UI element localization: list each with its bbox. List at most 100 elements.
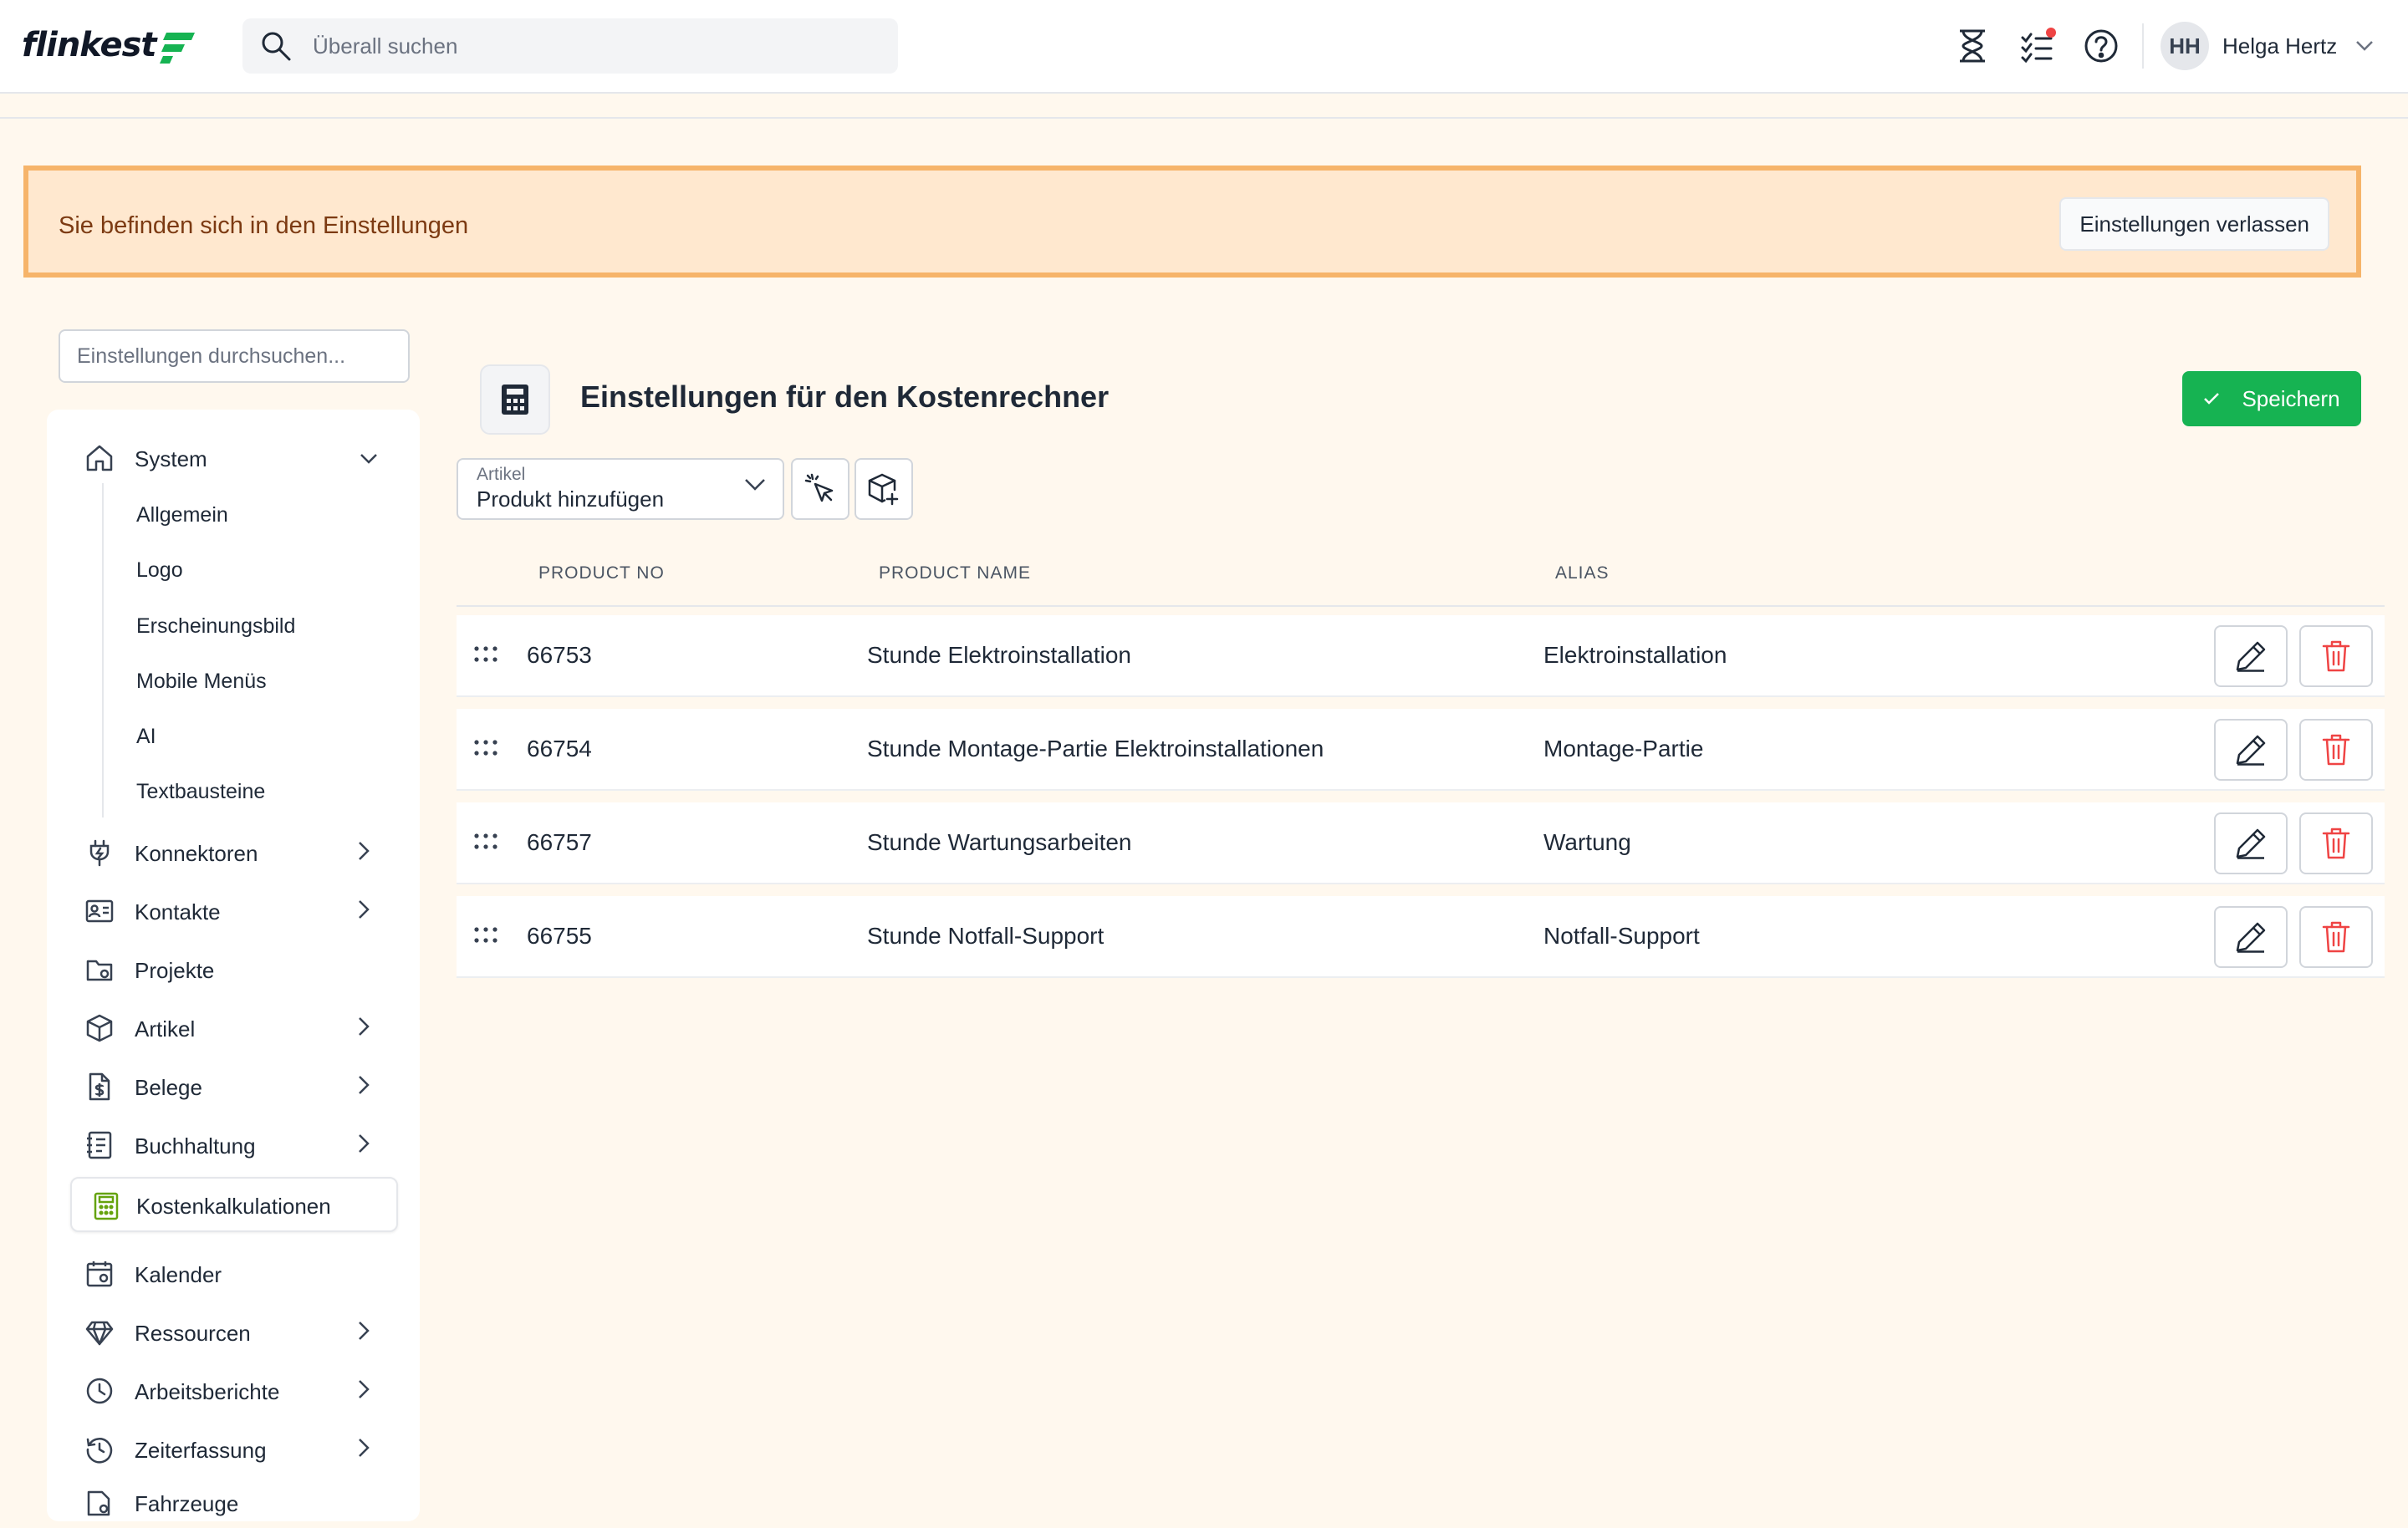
sidebar-subitem-ai[interactable]: AI: [136, 725, 156, 749]
global-search[interactable]: [242, 18, 898, 74]
sidebar-item-belege[interactable]: Belege: [47, 1062, 420, 1112]
diamond-icon: [85, 1318, 114, 1347]
delete-button[interactable]: [2299, 906, 2373, 968]
sidebar-item-arbeitsberichte[interactable]: Arbeitsberichte: [47, 1366, 420, 1416]
search-icon: [259, 29, 293, 63]
article-select[interactable]: Artikel Produkt hinzufügen: [457, 458, 784, 520]
sidebar-item-ressourcen[interactable]: Ressourcen: [47, 1307, 420, 1357]
submenu-guide-line: [102, 483, 104, 817]
vehicle-doc-icon: [85, 1489, 114, 1517]
contact-card-icon: [85, 897, 114, 925]
table-row: 66753 Stunde Elektroinstallation Elektro…: [457, 615, 2385, 697]
table-row: 66757 Stunde Wartungsarbeiten Wartung: [457, 802, 2385, 884]
delete-button[interactable]: [2299, 812, 2373, 874]
calculator-icon: [480, 364, 550, 435]
sidebar-subitem-mobile-menus[interactable]: Mobile Menüs: [136, 670, 267, 694]
header-divider: [2142, 23, 2144, 69]
chevron-down-icon: [2355, 40, 2374, 52]
table-row: 66755 Stunde Notfall-Support Notfall-Sup…: [457, 896, 2385, 978]
settings-sidebar: System Allgemein Logo Erscheinungsbild M…: [47, 410, 420, 1521]
save-button-label: Speichern: [2242, 385, 2340, 411]
pencil-icon: [2234, 639, 2268, 673]
pencil-icon: [2234, 827, 2268, 860]
sidebar-item-artikel[interactable]: Artikel: [47, 1003, 420, 1053]
sidebar-item-label: Belege: [135, 1075, 202, 1100]
user-name: Helga Hertz: [2222, 33, 2338, 59]
sidebar-item-label: Artikel: [135, 1016, 196, 1042]
sidebar-item-kostenkalkulationen[interactable]: Kostenkalkulationen: [70, 1177, 398, 1232]
user-menu[interactable]: HH Helga Hertz: [2161, 20, 2374, 72]
drag-handle-icon[interactable]: [473, 645, 498, 664]
sidebar-item-label: Kontakte: [135, 899, 221, 924]
sidebar-item-label: Kostenkalkulationen: [136, 1194, 331, 1219]
cell-alias: Wartung: [1543, 829, 1631, 855]
sidebar-item-konnektoren[interactable]: Konnektoren: [47, 828, 420, 878]
trash-icon: [2321, 920, 2351, 954]
sidebar-item-kontakte[interactable]: Kontakte: [47, 886, 420, 936]
column-header-product-no: PRODUCT NO: [538, 563, 665, 583]
page-title: Einstellungen für den Kostenrechner: [580, 379, 1110, 414]
sidebar-subitem-erscheinungsbild[interactable]: Erscheinungsbild: [136, 614, 295, 639]
chevron-right-icon: [358, 1438, 370, 1458]
cell-alias: Notfall-Support: [1543, 923, 1700, 949]
save-button[interactable]: Speichern: [2182, 371, 2361, 426]
delete-button[interactable]: [2299, 719, 2373, 781]
sidebar-item-label: Arbeitsberichte: [135, 1379, 280, 1404]
chevron-right-icon: [358, 1016, 370, 1036]
drag-handle-icon[interactable]: [473, 926, 498, 945]
exit-settings-button[interactable]: Einstellungen verlassen: [2059, 197, 2329, 251]
sidebar-item-zeiterfassung[interactable]: Zeiterfassung: [47, 1424, 420, 1475]
edit-button[interactable]: [2214, 812, 2288, 874]
calculator-icon: [94, 1192, 119, 1220]
cell-product-no: 66754: [527, 736, 592, 761]
help-icon[interactable]: [2080, 25, 2122, 67]
sidebar-item-label: Ressourcen: [135, 1321, 251, 1346]
pointer-click-icon: [804, 472, 837, 506]
sidebar-subitem-allgemein[interactable]: Allgemein: [136, 503, 228, 527]
chevron-right-icon: [358, 841, 370, 861]
pencil-icon: [2234, 733, 2268, 767]
sidebar-subitem-logo[interactable]: Logo: [136, 558, 183, 583]
sidebar-item-label: Projekte: [135, 958, 215, 983]
sidebar-item-projekte[interactable]: Projekte: [47, 945, 420, 995]
article-select-label: Artikel: [477, 465, 526, 484]
delete-button[interactable]: [2299, 625, 2373, 687]
sidebar-item-buchhaltung[interactable]: Buchhaltung: [47, 1120, 420, 1170]
box-icon: [85, 1014, 114, 1042]
box-plus-icon: [866, 471, 901, 507]
hourglass-icon[interactable]: [1951, 25, 1993, 67]
cell-product-no: 66757: [527, 829, 592, 855]
column-header-product-name: PRODUCT NAME: [879, 563, 1031, 583]
clock-icon: [85, 1377, 114, 1405]
logo[interactable]: flinkest: [22, 22, 196, 69]
edit-button[interactable]: [2214, 625, 2288, 687]
chevron-right-icon: [358, 1133, 370, 1154]
drag-handle-icon[interactable]: [473, 833, 498, 851]
select-pointer-button[interactable]: [791, 458, 849, 520]
chevron-right-icon: [358, 1379, 370, 1399]
avatar: HH: [2161, 22, 2209, 70]
sidebar-item-fahrzeuge[interactable]: Fahrzeuge: [47, 1478, 420, 1528]
sidebar-item-system[interactable]: System: [47, 433, 420, 483]
global-search-input[interactable]: [311, 32, 816, 60]
top-bar: flinkest Überall suchen HH Helga Hertz: [0, 0, 2408, 94]
chevron-right-icon: [358, 1075, 370, 1095]
chevron-down-icon: [360, 453, 378, 465]
cell-product-name: Stunde Montage-Partie Elektroinstallatio…: [867, 736, 1324, 761]
sidebar-item-kalender[interactable]: Kalender: [47, 1249, 420, 1299]
check-icon: [2203, 392, 2220, 405]
cell-product-no: 66755: [527, 923, 592, 949]
edit-button[interactable]: [2214, 906, 2288, 968]
receipt-dollar-icon: [85, 1072, 114, 1101]
checklist-icon[interactable]: [2017, 25, 2059, 67]
pencil-icon: [2234, 920, 2268, 954]
add-package-button[interactable]: [855, 458, 913, 520]
table-header-divider: [457, 605, 2385, 607]
drag-handle-icon[interactable]: [473, 739, 498, 757]
settings-search-input[interactable]: [59, 329, 410, 383]
edit-button[interactable]: [2214, 719, 2288, 781]
sidebar-subitem-textbausteine[interactable]: Textbausteine: [136, 780, 265, 804]
logo-mark-icon: [158, 26, 196, 64]
sub-header-bar: [0, 94, 2408, 119]
cell-alias: Elektroinstallation: [1543, 642, 1727, 668]
